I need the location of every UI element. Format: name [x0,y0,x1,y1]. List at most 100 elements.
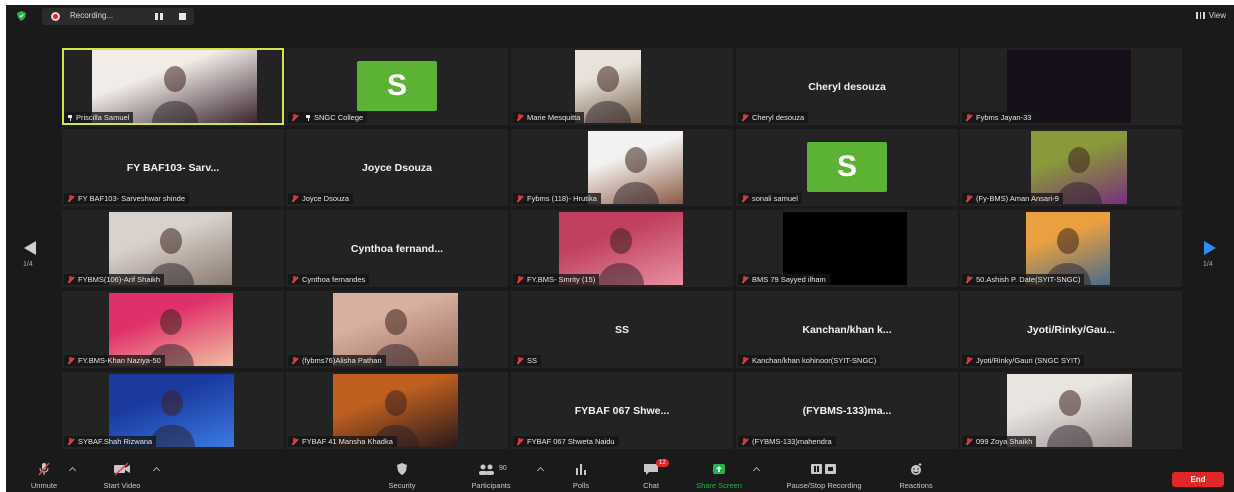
chat-icon: 12 [643,459,669,476]
participant-name: (Fy-BMS) Aman Ansari-9 [976,194,1059,203]
zoom-meeting-window: Recording... View 1/4 1/4 Priscilla Samu… [6,5,1234,492]
muted-microphone-icon [741,114,748,121]
participant-name: (fybms76)Alisha Pathan [302,356,382,365]
participant-tile[interactable]: BMS 79 Sayyed ilham [736,210,958,287]
chat-button[interactable]: 12 Chat [636,459,669,490]
participant-tile[interactable]: FYBMS(106)-Arif Shaikh [62,210,284,287]
share-screen-label: Share Screen [696,481,742,490]
participant-tile[interactable]: FY BAF103- Sarv... FY BAF103- Sarveshwar … [62,129,284,206]
security-label: Security [388,481,416,490]
participant-tile[interactable]: Fybms (118)- Hrutika [511,129,733,206]
participant-name: Marie Mesquitta [527,113,581,122]
participant-name-caption: Cheryl desouza [738,112,809,123]
participant-tile[interactable]: SYBAF.Shah Rizwana [62,372,284,449]
participant-tile[interactable]: SS SS [511,291,733,368]
page-indicator-left: 1/4 [23,261,33,268]
pin-icon [305,114,311,121]
participant-name: FYBMS(106)-Arif Shaikh [78,275,161,284]
participant-video [575,50,641,123]
polls-button[interactable]: Polls [566,462,596,490]
participant-tile[interactable]: (Fy-BMS) Aman Ansari-9 [960,129,1182,206]
participant-name-caption: (FYBMS-133)mahendra [738,436,836,447]
participant-tile[interactable]: Fybms Jayan-33 [960,48,1182,125]
muted-microphone-icon [67,195,74,202]
participant-name-caption: FY.BMS- Smrity (15) [513,274,600,285]
muted-microphone-icon [291,114,298,121]
participant-video [588,131,683,204]
participant-name-caption: BMS 79 Sayyed ilham [738,274,830,285]
participants-button[interactable]: 90 Participants [461,462,521,490]
previous-page-button[interactable]: 1/4 [20,241,40,271]
participant-tile[interactable]: (fybms76)Alisha Pathan [286,291,508,368]
participant-name-caption: Kanchan/khan kohinoor(SYIT-SNGC) [738,355,881,366]
recording-dot-icon [51,12,60,21]
participant-name-caption: 50.Ashish P. Date(SYIT-SNGC) [962,274,1085,285]
participant-name: Jyoti/Rinky/Gauri (SNGC SYIT) [976,356,1081,365]
arrow-right-icon [1204,241,1216,255]
stop-recording-icon[interactable] [179,13,186,20]
participant-display-name: Kanchan/khan k... [802,324,892,336]
muted-microphone-icon [516,357,523,364]
participant-tile[interactable]: Ssonali samuel [736,129,958,206]
top-bar: Recording... View [6,5,1234,27]
reactions-button[interactable]: Reactions [891,462,941,490]
participant-display-name: Cheryl desouza [808,81,886,93]
participant-name: FY BAF103- Sarveshwar shinde [78,194,185,203]
participant-tile[interactable]: Jyoti/Rinky/Gau... Jyoti/Rinky/Gauri (SNG… [960,291,1182,368]
shield-icon[interactable] [17,11,26,21]
participant-tile[interactable]: S SNGC College [286,48,508,125]
participant-tile[interactable]: FY.BMS- Smrity (15) [511,210,733,287]
participant-tile[interactable]: Marie Mesquitta [511,48,733,125]
participant-tile[interactable]: Priscilla Samuel [62,48,284,125]
share-screen-button[interactable]: Share Screen [693,462,745,490]
participant-name-caption: 099 Zoya Shaikh [962,436,1037,447]
participant-name: SYBAF.Shah Rizwana [78,437,153,446]
unmute-button[interactable]: Unmute [22,462,66,490]
muted-microphone-icon [37,462,51,476]
video-options-chevron-icon[interactable] [152,466,161,475]
end-meeting-button[interactable]: End [1172,472,1224,487]
pin-icon [67,114,73,121]
participant-tile[interactable]: 50.Ashish P. Date(SYIT-SNGC) [960,210,1182,287]
start-video-label: Start Video [103,481,141,490]
participant-name-caption: Fybms (118)- Hrutika [513,193,601,204]
participant-tile[interactable]: Cheryl desouza Cheryl desouza [736,48,958,125]
page-indicator-right: 1/4 [1203,261,1213,268]
participant-tile[interactable]: FYBAF 41 Mansha Khadka [286,372,508,449]
participant-tile[interactable]: FY.BMS-Khan Naziya-50 [62,291,284,368]
muted-microphone-icon [291,357,298,364]
share-options-chevron-icon[interactable] [752,466,761,475]
participant-name-caption: FY.BMS-Khan Naziya-50 [64,355,165,366]
share-screen-icon [712,462,726,476]
participant-display-name: Cynthoa fernand... [350,243,444,255]
pause-stop-recording-button[interactable]: Pause/Stop Recording [772,462,876,490]
participant-name: Fybms Jayan-33 [976,113,1032,122]
muted-microphone-icon [291,438,298,445]
participant-tile[interactable]: Joyce Dsouza Joyce Dsouza [286,129,508,206]
participant-name: 50.Ashish P. Date(SYIT-SNGC) [976,275,1081,284]
participants-icon [479,464,494,475]
muted-microphone-icon [965,195,972,202]
participant-display-name: FY BAF103- Sarv... [126,162,220,174]
pause-recording-icon[interactable] [155,13,163,20]
audio-options-chevron-icon[interactable] [68,466,77,475]
muted-microphone-icon [67,438,74,445]
participants-icon-group: 90 [471,462,511,476]
next-page-button[interactable]: 1/4 [1200,241,1220,271]
view-button[interactable]: View [1195,11,1226,20]
participant-name-caption: Priscilla Samuel [64,112,134,123]
participants-chevron-icon[interactable] [536,466,545,475]
participant-tile[interactable]: FYBAF 067 Shwe... FYBAF 067 Shweta Naidu [511,372,733,449]
recording-indicator: Recording... [42,8,194,25]
muted-microphone-icon [965,438,972,445]
participant-tile[interactable]: Kanchan/khan k... Kanchan/khan kohinoor(S… [736,291,958,368]
security-button[interactable]: Security [382,462,422,490]
muted-microphone-icon [516,195,523,202]
participant-tile[interactable]: (FYBMS-133)ma... (FYBMS-133)mahendra [736,372,958,449]
participant-display-name: Jyoti/Rinky/Gau... [1026,324,1116,336]
participant-tile[interactable]: 099 Zoya Shaikh [960,372,1182,449]
participant-display-name: SS [614,324,629,336]
participant-tile[interactable]: Cynthoa fernand... Cynthoa fernandes [286,210,508,287]
participant-name: Cheryl desouza [752,113,805,122]
start-video-button[interactable]: Start Video [94,462,150,490]
